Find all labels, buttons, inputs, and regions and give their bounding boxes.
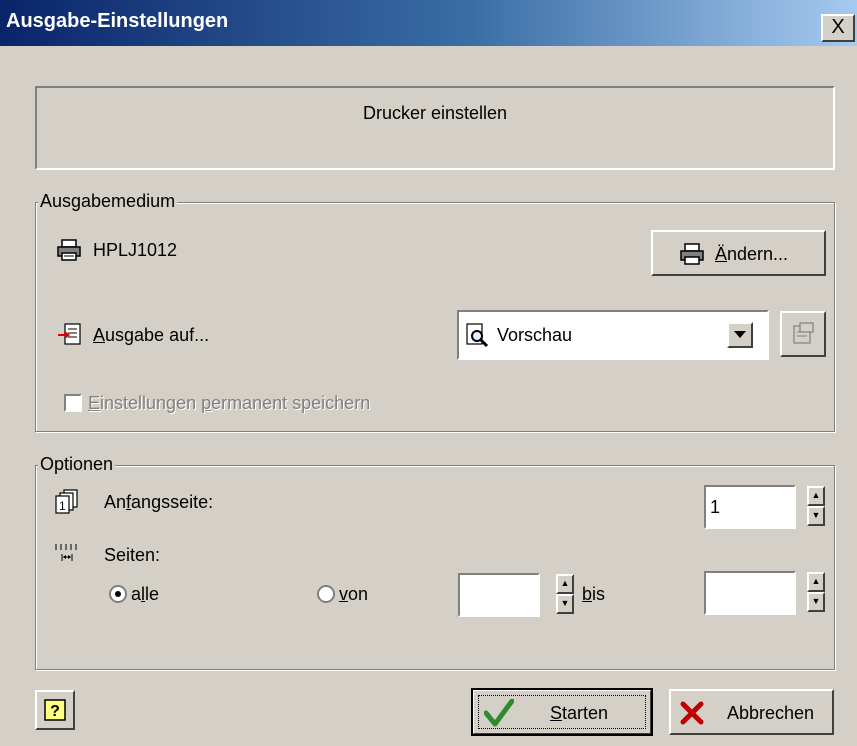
from-page-input[interactable]: [458, 573, 540, 617]
spin-down-icon[interactable]: ▼: [807, 506, 825, 526]
output-properties-button[interactable]: [780, 311, 826, 357]
from-page-spinner[interactable]: ▲ ▼: [556, 574, 574, 614]
to-label: bis: [582, 584, 606, 604]
optionen-label: Optionen: [38, 454, 116, 475]
save-permanent-label: Einstellungen permanent speichern: [88, 393, 371, 413]
header-panel: Drucker einstellen: [35, 86, 835, 170]
output-label: Ausgabe auf...: [93, 325, 210, 345]
dropdown-button[interactable]: [727, 322, 753, 348]
start-page-label: Anfangsseite:: [104, 492, 214, 512]
svg-text:?: ?: [50, 703, 60, 720]
printer-icon: [57, 239, 81, 261]
output-select-value: Vorschau: [497, 325, 573, 345]
page-range-icon: [55, 544, 77, 561]
preview-icon: [466, 323, 489, 347]
cancel-button-label: Abbrechen: [727, 703, 815, 723]
pages-stack-icon: 1: [55, 489, 78, 514]
start-button[interactable]: Starten: [471, 688, 653, 736]
to-page-input[interactable]: [704, 571, 796, 615]
ausgabemedium-label: Ausgabemedium: [38, 191, 178, 212]
radio-all-label: alle: [131, 584, 160, 604]
save-permanent-checkbox[interactable]: [64, 394, 82, 412]
start-page-input[interactable]: 1: [704, 485, 796, 529]
window-title: Ausgabe-Einstellungen: [6, 10, 229, 32]
svg-text:1: 1: [59, 499, 66, 513]
output-select[interactable]: Vorschau: [457, 310, 769, 360]
printer-name: HPLJ1012: [93, 240, 178, 260]
spin-down-icon[interactable]: ▼: [807, 592, 825, 612]
properties-icon: [793, 322, 814, 344]
spin-up-icon[interactable]: ▲: [807, 572, 825, 592]
help-icon: ?: [44, 699, 66, 721]
radio-all[interactable]: [109, 585, 127, 603]
help-button[interactable]: ?: [35, 690, 75, 730]
radio-from[interactable]: [317, 585, 335, 603]
title-bar: Ausgabe-Einstellungen: [0, 0, 857, 46]
to-page-spinner[interactable]: ▲ ▼: [807, 572, 825, 612]
radio-selected-dot: [115, 591, 121, 597]
cancel-button[interactable]: Abbrechen: [669, 689, 834, 735]
spin-up-icon[interactable]: ▲: [556, 574, 574, 594]
pages-label: Seiten:: [104, 545, 161, 565]
printer-icon: [680, 243, 704, 265]
chevron-down-icon: [734, 331, 746, 338]
radio-from-label: von: [339, 584, 369, 604]
close-button[interactable]: X: [821, 14, 855, 42]
checkmark-icon: [484, 699, 514, 727]
change-button-label: Ändern...: [715, 244, 789, 264]
close-icon: X: [831, 16, 845, 38]
start-button-label: Starten: [550, 703, 609, 723]
header-text: Drucker einstellen: [362, 103, 508, 123]
spin-down-icon[interactable]: ▼: [556, 594, 574, 614]
start-page-spinner[interactable]: ▲ ▼: [807, 486, 825, 526]
change-printer-button[interactable]: Ändern...: [651, 230, 826, 276]
spin-up-icon[interactable]: ▲: [807, 486, 825, 506]
output-document-icon: [58, 323, 81, 345]
cancel-x-icon: [680, 701, 704, 725]
start-page-value: 1: [710, 497, 721, 517]
